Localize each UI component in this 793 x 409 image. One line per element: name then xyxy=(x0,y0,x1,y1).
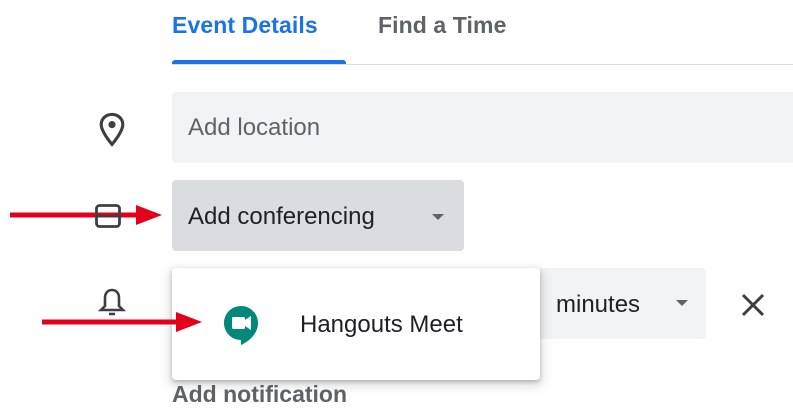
location-field[interactable] xyxy=(172,92,793,163)
tab-find-a-time[interactable]: Find a Time xyxy=(378,12,506,39)
annotation-arrow-hangouts xyxy=(42,312,202,332)
tab-event-details[interactable]: Event Details xyxy=(172,12,318,39)
add-conferencing-label: Add conferencing xyxy=(188,203,375,230)
chevron-down-icon xyxy=(432,214,444,220)
video-camera-icon xyxy=(95,204,121,228)
add-notification-link[interactable]: Add notification xyxy=(172,381,347,408)
dropdown-item-label: Hangouts Meet xyxy=(300,311,463,338)
tabs-divider xyxy=(172,64,793,65)
close-icon[interactable] xyxy=(737,289,769,321)
add-conferencing-button[interactable]: Add conferencing xyxy=(172,180,464,251)
location-pin-icon xyxy=(99,112,125,147)
dropdown-item-hangouts-meet[interactable]: Hangouts Meet xyxy=(172,290,540,360)
hangouts-meet-icon xyxy=(224,306,258,345)
annotation-arrow-conferencing xyxy=(10,205,162,225)
notification-unit-label: minutes xyxy=(556,291,641,318)
notification-unit-select[interactable]: minutes xyxy=(540,268,706,339)
conferencing-dropdown-menu: Hangouts Meet xyxy=(172,268,540,380)
chevron-down-icon xyxy=(676,300,688,306)
location-input[interactable] xyxy=(188,92,778,163)
